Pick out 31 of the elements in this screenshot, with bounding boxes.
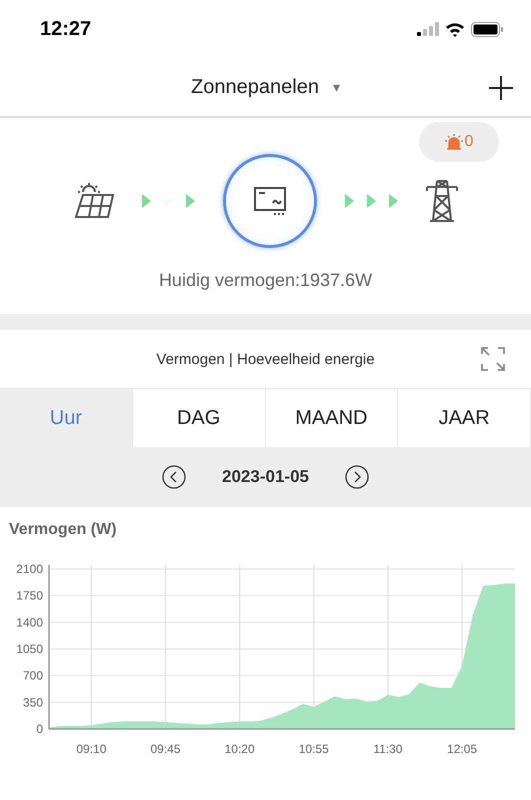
power-pylon-icon <box>426 180 458 222</box>
chart-card-title: Vermogen | Hoeveelheid energie <box>156 350 375 368</box>
y-tick-label: 1750 <box>16 588 43 603</box>
solar-panel-icon <box>74 183 114 219</box>
y-tick-label: 1050 <box>16 642 43 656</box>
y-tick-label: 1400 <box>16 615 43 630</box>
x-tick-label: 10:20 <box>224 742 255 756</box>
x-tick-label: 12:05 <box>447 742 478 756</box>
y-tick-label: 2100 <box>16 562 43 576</box>
previous-date-button[interactable] <box>162 465 186 489</box>
wifi-icon <box>445 22 465 36</box>
y-tick-label: 350 <box>22 695 43 710</box>
x-tick-label: 11:30 <box>373 742 402 756</box>
battery-icon <box>471 22 503 36</box>
y-tick-label: 0 <box>36 722 43 736</box>
date-label: 2023-01-05 <box>222 467 309 487</box>
siren-icon <box>444 134 463 150</box>
fullscreen-icon[interactable] <box>481 347 505 371</box>
x-tick-label: 09:10 <box>76 742 106 756</box>
next-date-button[interactable] <box>344 465 369 489</box>
alarm-count: 0 <box>464 133 474 151</box>
chart-title: Vermogen (W) <box>8 520 118 539</box>
signal-icon <box>417 22 439 36</box>
inverter-icon <box>254 187 286 215</box>
x-tick-label: 09:45 <box>150 742 181 756</box>
site-selector[interactable]: Zonnepanelen ▾ <box>191 76 340 98</box>
current-power-text: Huidig vermogen:1937.6W <box>158 270 372 291</box>
inverter-button[interactable] <box>222 154 316 248</box>
y-tick-label: 700 <box>22 668 43 683</box>
x-tick-label: 10:55 <box>298 742 329 756</box>
status-time: 12:27 <box>40 18 92 40</box>
